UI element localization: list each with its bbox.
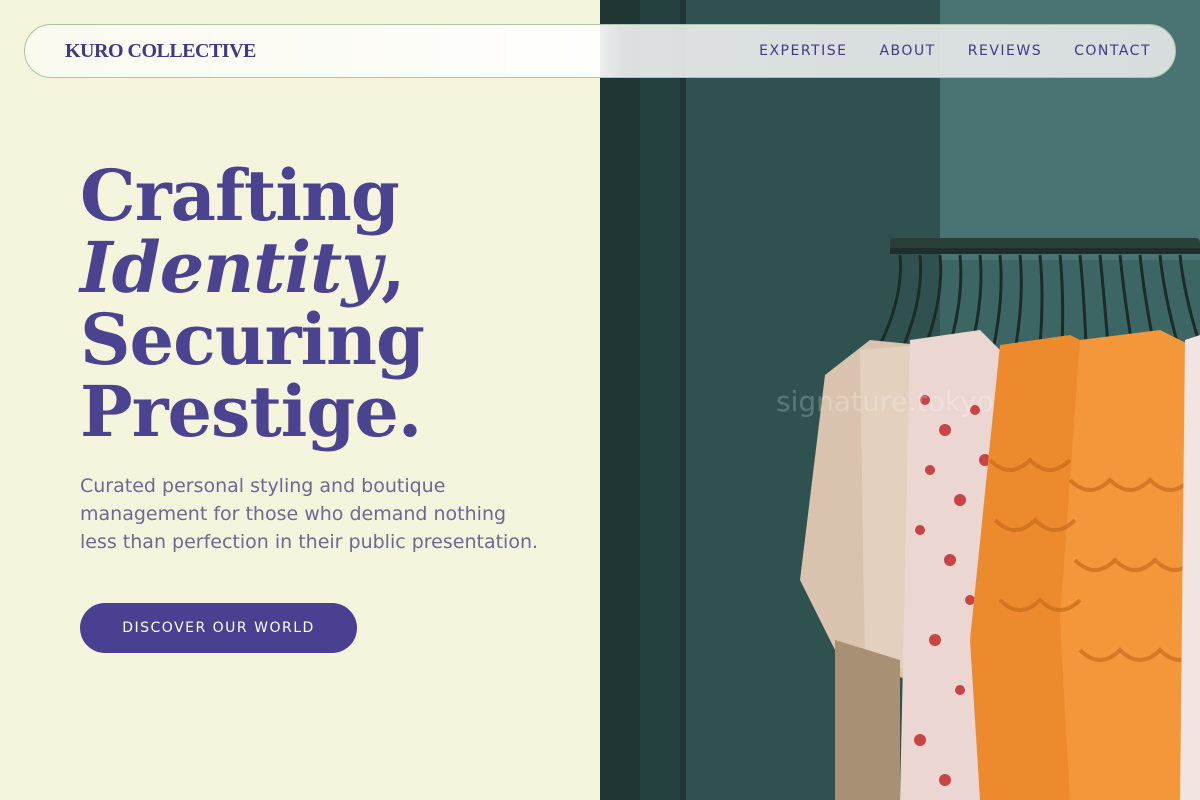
nav-link-expertise[interactable]: EXPERTISE — [759, 43, 847, 59]
hero-title-comma: , — [381, 226, 405, 309]
watermark-text: signature.tokyo — [776, 385, 994, 418]
nav-links: EXPERTISE ABOUT REVIEWS CONTACT — [759, 43, 1151, 59]
hero-title-italic: Identity — [80, 226, 382, 309]
hero-title: Crafting Identity, Securing Prestige. — [80, 160, 560, 448]
nav-link-reviews[interactable]: REVIEWS — [968, 43, 1042, 59]
brand-logo[interactable]: KURO COLLECTIVE — [65, 40, 256, 63]
top-navigation-bar: KURO COLLECTIVE EXPERTISE ABOUT REVIEWS … — [24, 24, 1176, 78]
hero-title-line-1: Crafting — [80, 154, 400, 237]
hero-description: Curated personal styling and boutique ma… — [80, 475, 539, 553]
hero-title-line-4: Prestige. — [80, 370, 422, 453]
hero-title-line-3: Securing — [80, 298, 425, 381]
discover-our-world-button[interactable]: DISCOVER OUR WORLD — [80, 603, 357, 653]
nav-link-contact[interactable]: CONTACT — [1074, 43, 1151, 59]
hero-title-line-2: Identity, — [80, 232, 560, 304]
nav-link-about[interactable]: ABOUT — [879, 43, 935, 59]
